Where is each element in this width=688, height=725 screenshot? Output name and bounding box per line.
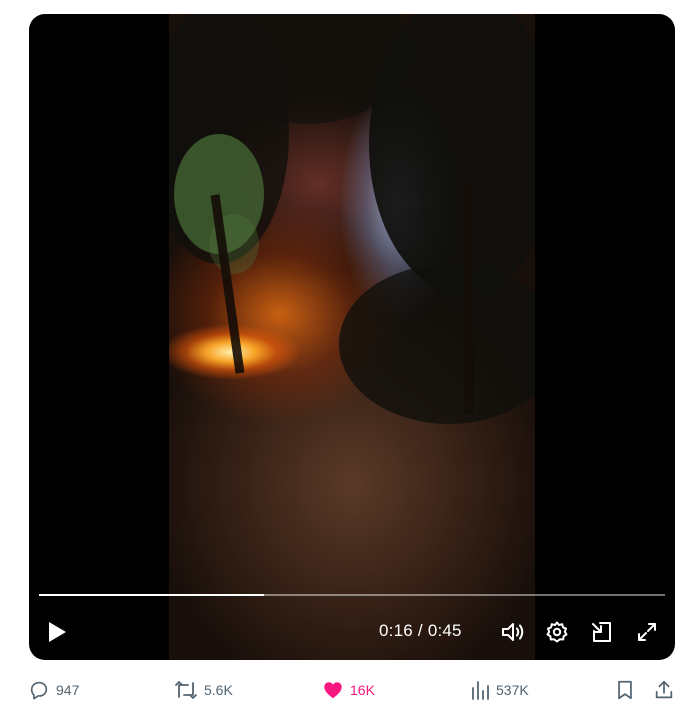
views-icon [472,681,489,700]
like-count: 16K [350,682,375,698]
reply-icon [30,681,48,700]
volume-icon [502,623,524,641]
reply-count: 947 [56,682,80,698]
picture-in-picture-button[interactable] [586,614,618,650]
progress-fill [39,594,265,596]
volume-button[interactable] [497,614,529,650]
tree-silhouette-right-low [339,264,535,424]
play-button[interactable] [41,614,73,650]
views-count: 537K [496,682,529,698]
views-button[interactable]: 537K [470,672,529,708]
repost-icon [175,681,197,699]
share-button[interactable] [653,672,675,708]
time-total: 0:45 [427,621,462,640]
player-controls: 0:16 / 0:45 [29,614,675,650]
share-icon [655,680,673,699]
picture-in-picture-icon [592,622,611,642]
heart-icon [324,682,342,699]
time-current: 0:16 [379,621,413,640]
fullscreen-icon [638,623,656,641]
reply-button[interactable]: 947 [28,672,79,708]
like-button[interactable]: 16K [322,672,375,708]
repost-count: 5.6K [204,682,233,698]
tree-silhouette-right [369,14,535,294]
bookmark-button[interactable] [614,672,636,708]
video-frame[interactable] [169,14,535,660]
settings-button[interactable] [541,614,573,650]
play-icon [49,622,66,642]
progress-bar[interactable] [39,594,665,596]
time-separator: / [417,621,423,640]
tweet-action-bar: 947 5.6K 16K 537K [0,672,688,708]
tree-trunk-right [464,184,474,414]
gear-icon [546,621,568,643]
fullscreen-button[interactable] [631,614,663,650]
bookmark-icon [618,680,632,700]
video-player[interactable]: 0:16 / 0:45 [29,14,675,660]
repost-button[interactable]: 5.6K [174,672,233,708]
time-display: 0:16 / 0:45 [379,621,489,641]
